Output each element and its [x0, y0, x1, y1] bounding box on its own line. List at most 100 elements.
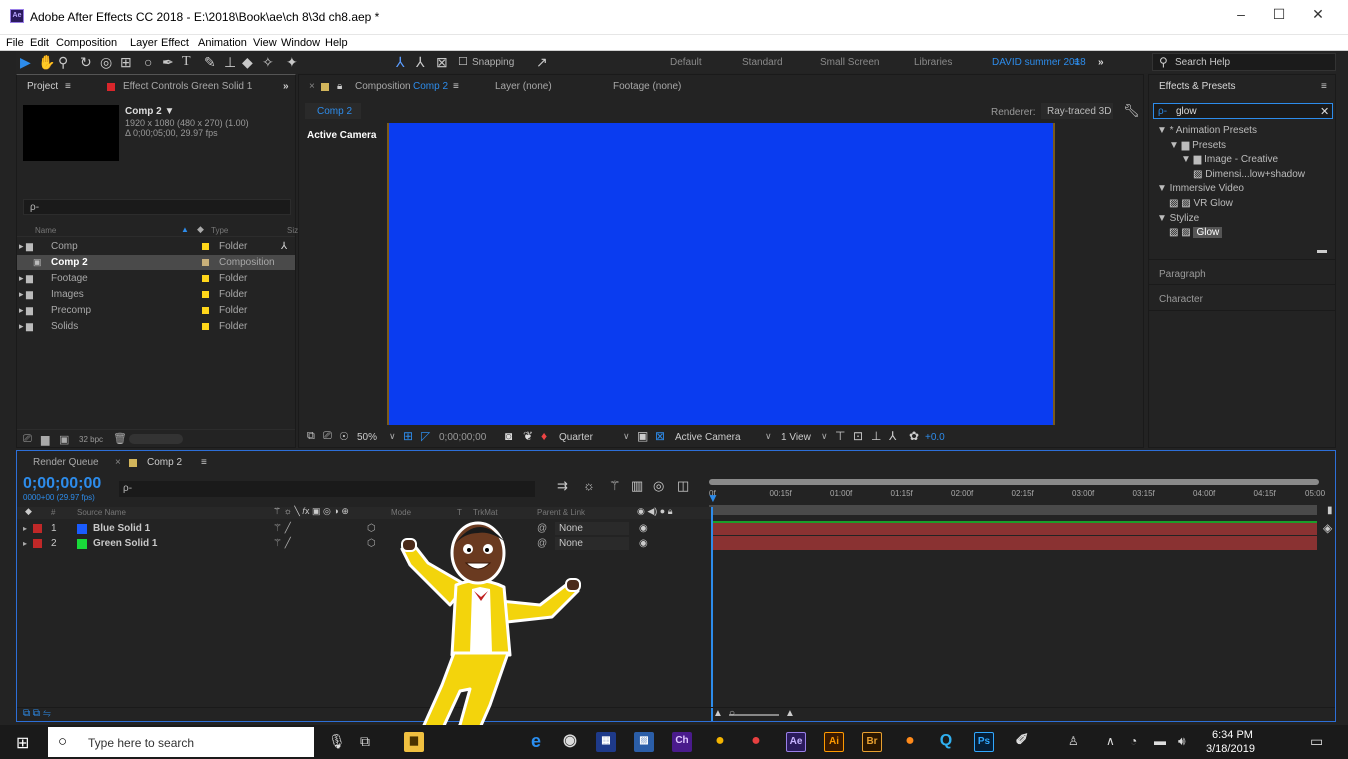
- keyframe-nav-icon[interactable]: ◈: [1323, 521, 1332, 535]
- microphone-icon[interactable]: 🎙︎: [328, 733, 346, 750]
- windows-start-icon[interactable]: ⊞: [16, 733, 29, 753]
- motion-blur-icon[interactable]: ◎: [653, 478, 664, 494]
- clone-stamp-tool-icon[interactable]: ⊥: [224, 54, 236, 70]
- resolution-chevron-icon[interactable]: ∨: [623, 431, 630, 442]
- media-player-icon[interactable]: ◉: [560, 732, 580, 752]
- exposure-icon[interactable]: ✿: [909, 429, 919, 443]
- menu-window[interactable]: Window: [281, 37, 320, 49]
- layer-duration-bar[interactable]: [713, 536, 1317, 550]
- folder-icon[interactable]: ▸ ▆: [19, 319, 33, 334]
- blender-app-icon[interactable]: ▦: [596, 732, 616, 752]
- fast-previews-icon[interactable]: ⊡: [853, 429, 863, 443]
- zoom-tool-icon[interactable]: ⚲: [58, 54, 68, 70]
- layer-switches[interactable]: ⚚ ╱: [273, 521, 291, 536]
- current-time-display[interactable]: 0;00;00;00: [23, 475, 101, 493]
- work-area-bar[interactable]: [709, 479, 1319, 485]
- composition-menu-icon[interactable]: ≡: [453, 81, 459, 92]
- workspace-default[interactable]: Default: [670, 57, 702, 68]
- label-color[interactable]: [202, 323, 209, 330]
- layer-label-color[interactable]: [33, 524, 42, 533]
- thumbnail-slider[interactable]: [129, 434, 183, 444]
- ellipse-tool-icon[interactable]: ○: [144, 54, 152, 70]
- close-button[interactable]: ✕: [1303, 6, 1333, 23]
- puppet-tool-icon[interactable]: ✦: [286, 54, 298, 70]
- close-timeline-tab-icon[interactable]: ×: [115, 457, 121, 468]
- timeline-layer-row[interactable]: ▸ 1 Blue Solid 1 ⚚ ╱ ⬡ @ None ◉: [17, 521, 711, 536]
- views-dropdown[interactable]: 1 View: [781, 432, 811, 443]
- tab-render-queue[interactable]: Render Queue: [33, 457, 99, 468]
- project-item[interactable]: ▸ ▆ Footage Folder: [17, 271, 295, 286]
- sort-arrow-icon[interactable]: ▲: [181, 225, 189, 234]
- timeline-icon[interactable]: ⊥: [871, 429, 881, 443]
- search-help-field[interactable]: ⚲ Search Help: [1152, 53, 1336, 71]
- tab-project[interactable]: Project: [27, 81, 58, 92]
- comp-button-icon[interactable]: ▮: [1327, 505, 1333, 516]
- selection-tool-icon[interactable]: ▶: [20, 54, 31, 70]
- project-item[interactable]: ▣ Comp 2 Composition: [17, 255, 295, 270]
- menu-effect[interactable]: Effect: [161, 37, 189, 49]
- menu-animation[interactable]: Animation: [198, 37, 247, 49]
- project-item[interactable]: ▸ ▆ Precomp Folder: [17, 303, 295, 318]
- mask-visibility-icon[interactable]: ☉: [339, 430, 349, 443]
- color-channel-icon[interactable]: ♦: [541, 429, 547, 443]
- zoom-chevron-icon[interactable]: ∨: [389, 431, 396, 442]
- file-explorer-icon[interactable]: ▆: [404, 732, 424, 752]
- composition-icon[interactable]: ▣: [33, 255, 42, 270]
- brush-tool-icon[interactable]: ✎: [204, 54, 216, 70]
- tab-composition-label[interactable]: Composition: [355, 81, 411, 92]
- effects-tree-item[interactable]: ▨ ▨ Glow: [1169, 227, 1223, 239]
- view-chevron-icon[interactable]: ∨: [765, 431, 772, 442]
- resolution-dropdown[interactable]: Quarter: [559, 432, 593, 443]
- tab-layer[interactable]: Layer (none): [495, 81, 552, 92]
- expand-layer-icon[interactable]: ▸: [23, 536, 27, 551]
- menu-layer[interactable]: Layer: [130, 37, 158, 49]
- viewer-timecode[interactable]: 0;00;00;00: [439, 432, 486, 443]
- folder-icon[interactable]: ▸ ▆: [19, 271, 33, 286]
- interpret-footage-icon[interactable]: ⎚: [23, 433, 32, 446]
- character-panel[interactable]: Character: [1149, 285, 1335, 311]
- workspace-menu-icon[interactable]: ≡: [1074, 57, 1080, 68]
- renderer-options-icon[interactable]: 🔧︎: [1123, 103, 1140, 119]
- new-folder-icon[interactable]: ▆: [41, 433, 49, 446]
- workspace-libraries[interactable]: Libraries: [914, 57, 952, 68]
- expand-layer-icon[interactable]: ▸: [23, 521, 27, 536]
- zoom-slider-handle[interactable]: ○: [729, 708, 735, 719]
- maximize-button[interactable]: ☐: [1264, 6, 1294, 23]
- bridge-icon[interactable]: Br: [862, 732, 882, 752]
- new-bin-icon[interactable]: ▬: [1317, 245, 1327, 256]
- comp-sub-tab[interactable]: Comp 2: [305, 103, 361, 119]
- after-effects-taskbar-icon[interactable]: Ae: [786, 732, 806, 752]
- roto-brush-tool-icon[interactable]: ✧: [262, 54, 274, 70]
- monitor-icon[interactable]: ⎚: [323, 430, 332, 443]
- illustrator-icon[interactable]: Ai: [824, 732, 844, 752]
- tab-timeline-comp[interactable]: Comp 2: [147, 457, 182, 468]
- timeline-search-input[interactable]: ρ-: [119, 481, 535, 497]
- pen-tool-icon[interactable]: ✒: [162, 54, 174, 70]
- 3d-layer-icon[interactable]: ⬡: [367, 536, 376, 551]
- effects-search-input[interactable]: ρ- glow ✕: [1153, 103, 1333, 119]
- label-column-icon[interactable]: ◆: [25, 506, 32, 517]
- always-preview-icon[interactable]: ⧉: [307, 430, 315, 443]
- folder-icon[interactable]: ▸ ▆: [19, 239, 33, 254]
- camera-tool-icon[interactable]: ◎: [100, 54, 112, 70]
- playhead-icon[interactable]: ▼: [707, 491, 719, 505]
- paint-icon[interactable]: ✐: [1012, 732, 1032, 752]
- panel-overflow-icon[interactable]: »: [283, 81, 289, 92]
- lock-icon[interactable]: 🔒︎: [337, 81, 342, 92]
- rotation-tool-icon[interactable]: ↻: [80, 54, 92, 70]
- show-channel-icon[interactable]: ❦: [523, 429, 533, 443]
- effects-tree-item[interactable]: ▼ Immersive Video: [1157, 183, 1244, 194]
- workspace-overflow-icon[interactable]: »: [1098, 57, 1104, 68]
- snapping-checkbox[interactable]: ☐: [458, 54, 468, 70]
- views-chevron-icon[interactable]: ∨: [821, 431, 828, 442]
- av-features-icons[interactable]: ◉ ◀) ● 🔒︎: [637, 506, 673, 517]
- type-tool-icon[interactable]: T: [182, 54, 191, 70]
- volume-icon[interactable]: 🔊︎: [1178, 734, 1186, 749]
- bit-depth-label[interactable]: 32 bpc: [79, 435, 103, 444]
- menu-edit[interactable]: Edit: [30, 37, 49, 49]
- timeline-layer-row[interactable]: ▸ 2 Green Solid 1 ⚚ ╱ ⬡ @ None ◉: [17, 536, 711, 551]
- project-item[interactable]: ▸ ▆ Comp Folder ⅄: [17, 239, 295, 254]
- clock-time[interactable]: 6:34 PM: [1212, 729, 1253, 741]
- hide-shy-layers-icon[interactable]: ⚚: [609, 478, 621, 494]
- layer-switches[interactable]: ⚚ ╱: [273, 536, 291, 551]
